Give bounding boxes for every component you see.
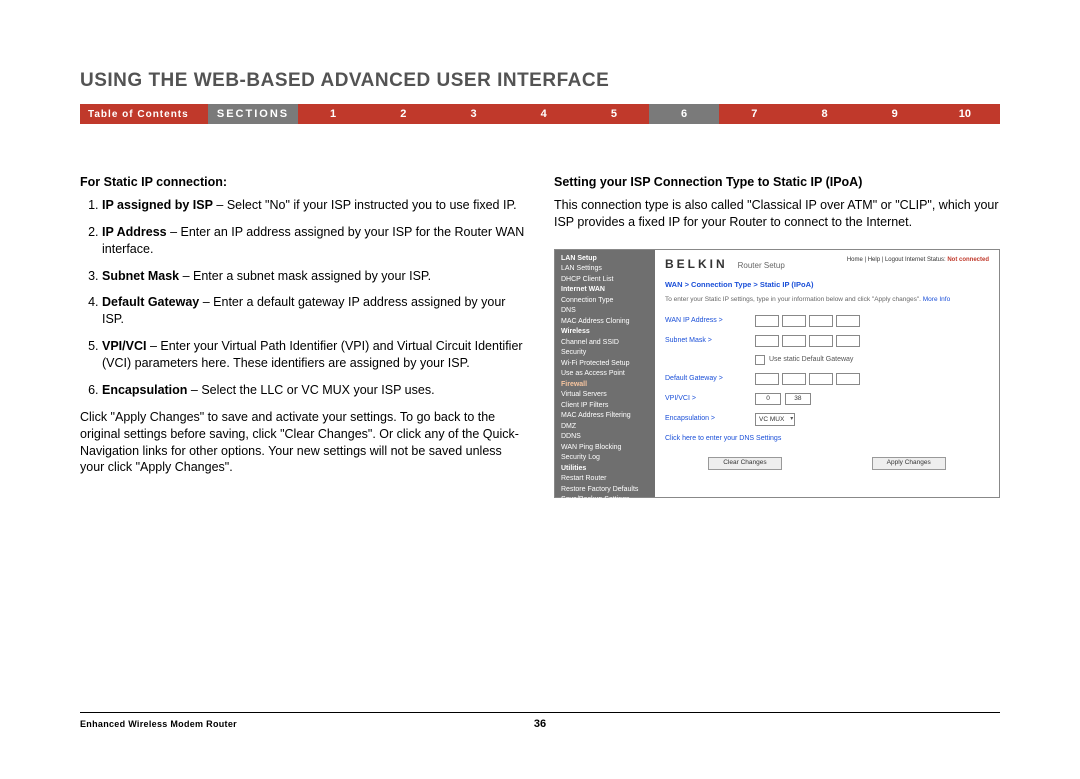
breadcrumb: WAN > Connection Type > Static IP (IPoA) xyxy=(665,280,989,290)
sidebar-item[interactable]: Connection Type xyxy=(561,296,649,307)
section-link-6[interactable]: 6 xyxy=(649,104,719,124)
sidebar-item[interactable]: DNS xyxy=(561,306,649,317)
vpivci-label: VPI/VCI > xyxy=(665,394,755,403)
sidebar-item[interactable]: Firewall xyxy=(561,380,649,391)
subnet-octet[interactable] xyxy=(809,335,833,347)
wan-ip-octet[interactable] xyxy=(782,315,806,327)
right-body: This connection type is also called "Cla… xyxy=(554,197,1000,231)
vpi-input[interactable]: 0 xyxy=(755,393,781,405)
section-link-2[interactable]: 2 xyxy=(368,104,438,124)
static-gateway-checkbox[interactable] xyxy=(755,355,765,365)
section-link-1[interactable]: 1 xyxy=(298,104,368,124)
brand-logo: BELKIN xyxy=(665,257,728,271)
sidebar-item[interactable]: System Settings xyxy=(561,527,649,538)
sidebar-item[interactable]: Restore Previous Settings xyxy=(561,506,649,517)
apply-changes-button[interactable]: Apply Changes xyxy=(872,457,946,470)
left-heading: For Static IP connection: xyxy=(80,174,526,191)
right-heading: Setting your ISP Connection Type to Stat… xyxy=(554,174,1000,191)
sidebar-item[interactable]: Wi-Fi Protected Setup xyxy=(561,359,649,370)
encap-label: Encapsulation > xyxy=(665,414,755,423)
page-number: 36 xyxy=(534,718,546,730)
instruction-item: Default Gateway – Enter a default gatewa… xyxy=(102,294,526,328)
router-main: BELKIN Router Setup Home | Help | Logout… xyxy=(655,250,999,497)
sidebar-item[interactable]: Internet WAN xyxy=(561,285,649,296)
brand-subtitle: Router Setup xyxy=(738,261,785,272)
instruction-item: Encapsulation – Select the LLC or VC MUX… xyxy=(102,382,526,399)
left-column: For Static IP connection: IP assigned by… xyxy=(80,174,526,498)
router-sidebar: LAN SetupLAN SettingsDHCP Client ListInt… xyxy=(555,250,655,497)
instruction-item: Subnet Mask – Enter a subnet mask assign… xyxy=(102,268,526,285)
wan-ip-octet[interactable] xyxy=(809,315,833,327)
sidebar-item[interactable]: WAN Ping Blocking xyxy=(561,443,649,454)
sections-label: SECTIONS xyxy=(208,104,298,124)
gateway-label: Default Gateway > xyxy=(665,374,755,383)
router-screenshot: LAN SetupLAN SettingsDHCP Client ListInt… xyxy=(554,249,1000,498)
wan-ip-octet[interactable] xyxy=(755,315,779,327)
sidebar-item[interactable]: Client IP Filters xyxy=(561,401,649,412)
sidebar-item[interactable]: LAN Settings xyxy=(561,264,649,275)
sidebar-item[interactable]: MAC Address Filtering xyxy=(561,411,649,422)
instruction-item: IP Address – Enter an IP address assigne… xyxy=(102,224,526,258)
internet-status: Not connected xyxy=(947,257,989,263)
gateway-octet[interactable] xyxy=(809,373,833,385)
sidebar-item[interactable]: DDNS xyxy=(561,432,649,443)
wan-ip-octet[interactable] xyxy=(836,315,860,327)
sidebar-item[interactable]: DMZ xyxy=(561,422,649,433)
right-column: Setting your ISP Connection Type to Stat… xyxy=(554,174,1000,498)
section-link-3[interactable]: 3 xyxy=(438,104,508,124)
sidebar-item[interactable]: Restore Factory Defaults xyxy=(561,485,649,496)
sidebar-item[interactable]: Wireless xyxy=(561,327,649,338)
instruction-text: To enter your Static IP settings, type i… xyxy=(665,296,989,305)
section-link-9[interactable]: 9 xyxy=(860,104,930,124)
page-title: USING THE WEB-BASED ADVANCED USER INTERF… xyxy=(80,70,1000,92)
subnet-octet[interactable] xyxy=(755,335,779,347)
sidebar-item[interactable]: Virtual Servers xyxy=(561,390,649,401)
subnet-octet[interactable] xyxy=(836,335,860,347)
section-link-7[interactable]: 7 xyxy=(719,104,789,124)
vci-input[interactable]: 38 xyxy=(785,393,811,405)
sidebar-item[interactable]: Firmware Update xyxy=(561,516,649,527)
toc-link[interactable]: Table of Contents xyxy=(80,109,208,120)
encap-select[interactable]: VC MUX xyxy=(755,413,795,426)
subnet-octet[interactable] xyxy=(782,335,806,347)
gateway-octet[interactable] xyxy=(755,373,779,385)
section-link-5[interactable]: 5 xyxy=(579,104,649,124)
static-gateway-label: Use static Default Gateway xyxy=(769,355,853,364)
page-footer: Enhanced Wireless Modem Router 36 xyxy=(80,712,1000,729)
clear-changes-button[interactable]: Clear Changes xyxy=(708,457,781,470)
wan-ip-label: WAN IP Address > xyxy=(665,316,755,325)
left-after-text: Click "Apply Changes" to save and activa… xyxy=(80,409,526,477)
dns-link[interactable]: Click here to enter your DNS Settings xyxy=(665,434,989,443)
instruction-item: IP assigned by ISP – Select "No" if your… xyxy=(102,197,526,214)
top-right-links[interactable]: Home | Help | Logout Internet Status: No… xyxy=(847,256,989,264)
section-link-8[interactable]: 8 xyxy=(789,104,859,124)
more-info-link[interactable]: More Info xyxy=(923,296,950,303)
section-navbar: Table of Contents SECTIONS 12345678910 xyxy=(80,104,1000,124)
subnet-label: Subnet Mask > xyxy=(665,336,755,345)
footer-product: Enhanced Wireless Modem Router xyxy=(80,719,237,729)
sidebar-item[interactable]: Save/Backup Settings xyxy=(561,495,649,506)
sidebar-item[interactable]: MAC Address Cloning xyxy=(561,317,649,328)
sidebar-item[interactable]: Restart Router xyxy=(561,474,649,485)
gateway-octet[interactable] xyxy=(836,373,860,385)
sidebar-item[interactable]: Security Log xyxy=(561,453,649,464)
sidebar-item[interactable]: Channel and SSID xyxy=(561,338,649,349)
instruction-item: VPI/VCI – Enter your Virtual Path Identi… xyxy=(102,338,526,372)
gateway-octet[interactable] xyxy=(782,373,806,385)
sidebar-item[interactable]: Security xyxy=(561,348,649,359)
sidebar-item[interactable]: Utilities xyxy=(561,464,649,475)
sidebar-item[interactable]: LAN Setup xyxy=(561,254,649,265)
sidebar-item[interactable]: Use as Access Point xyxy=(561,369,649,380)
sidebar-item[interactable]: DHCP Client List xyxy=(561,275,649,286)
section-link-10[interactable]: 10 xyxy=(930,104,1000,124)
section-link-4[interactable]: 4 xyxy=(509,104,579,124)
